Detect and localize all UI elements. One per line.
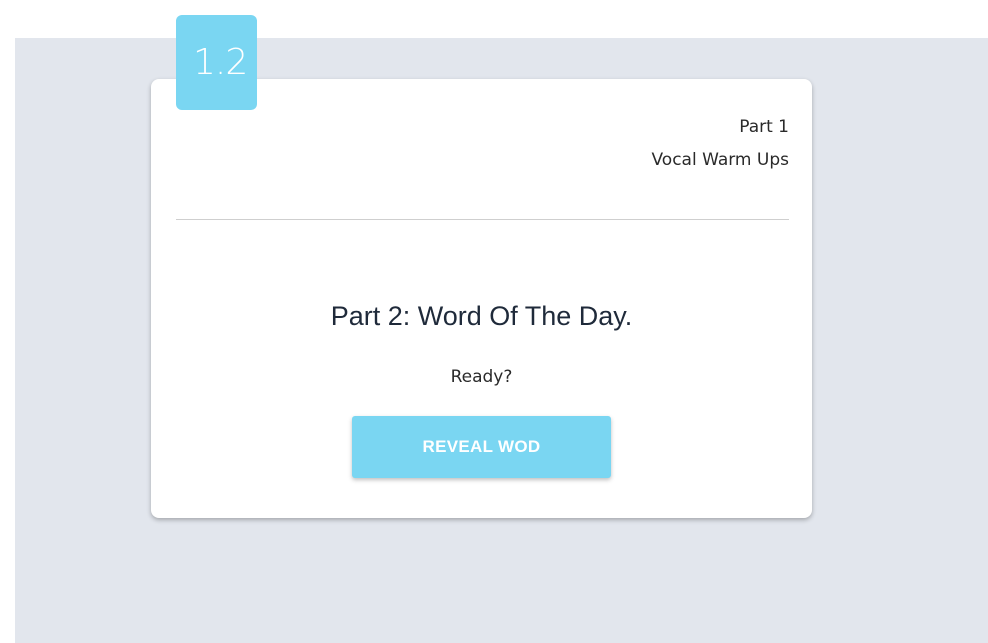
- step-number-badge: 1.2: [176, 15, 257, 110]
- divider: [176, 219, 789, 220]
- lesson-card: Part 1 Vocal Warm Ups Part 2: Word Of Th…: [151, 79, 812, 518]
- reveal-wod-button[interactable]: REVEAL WOD: [352, 416, 611, 478]
- part-label: Part 1: [739, 117, 789, 137]
- page-title: Part 2: Word Of The Day.: [330, 301, 633, 331]
- ready-prompt: Ready?: [450, 367, 513, 387]
- section-title: Vocal Warm Ups: [651, 150, 790, 170]
